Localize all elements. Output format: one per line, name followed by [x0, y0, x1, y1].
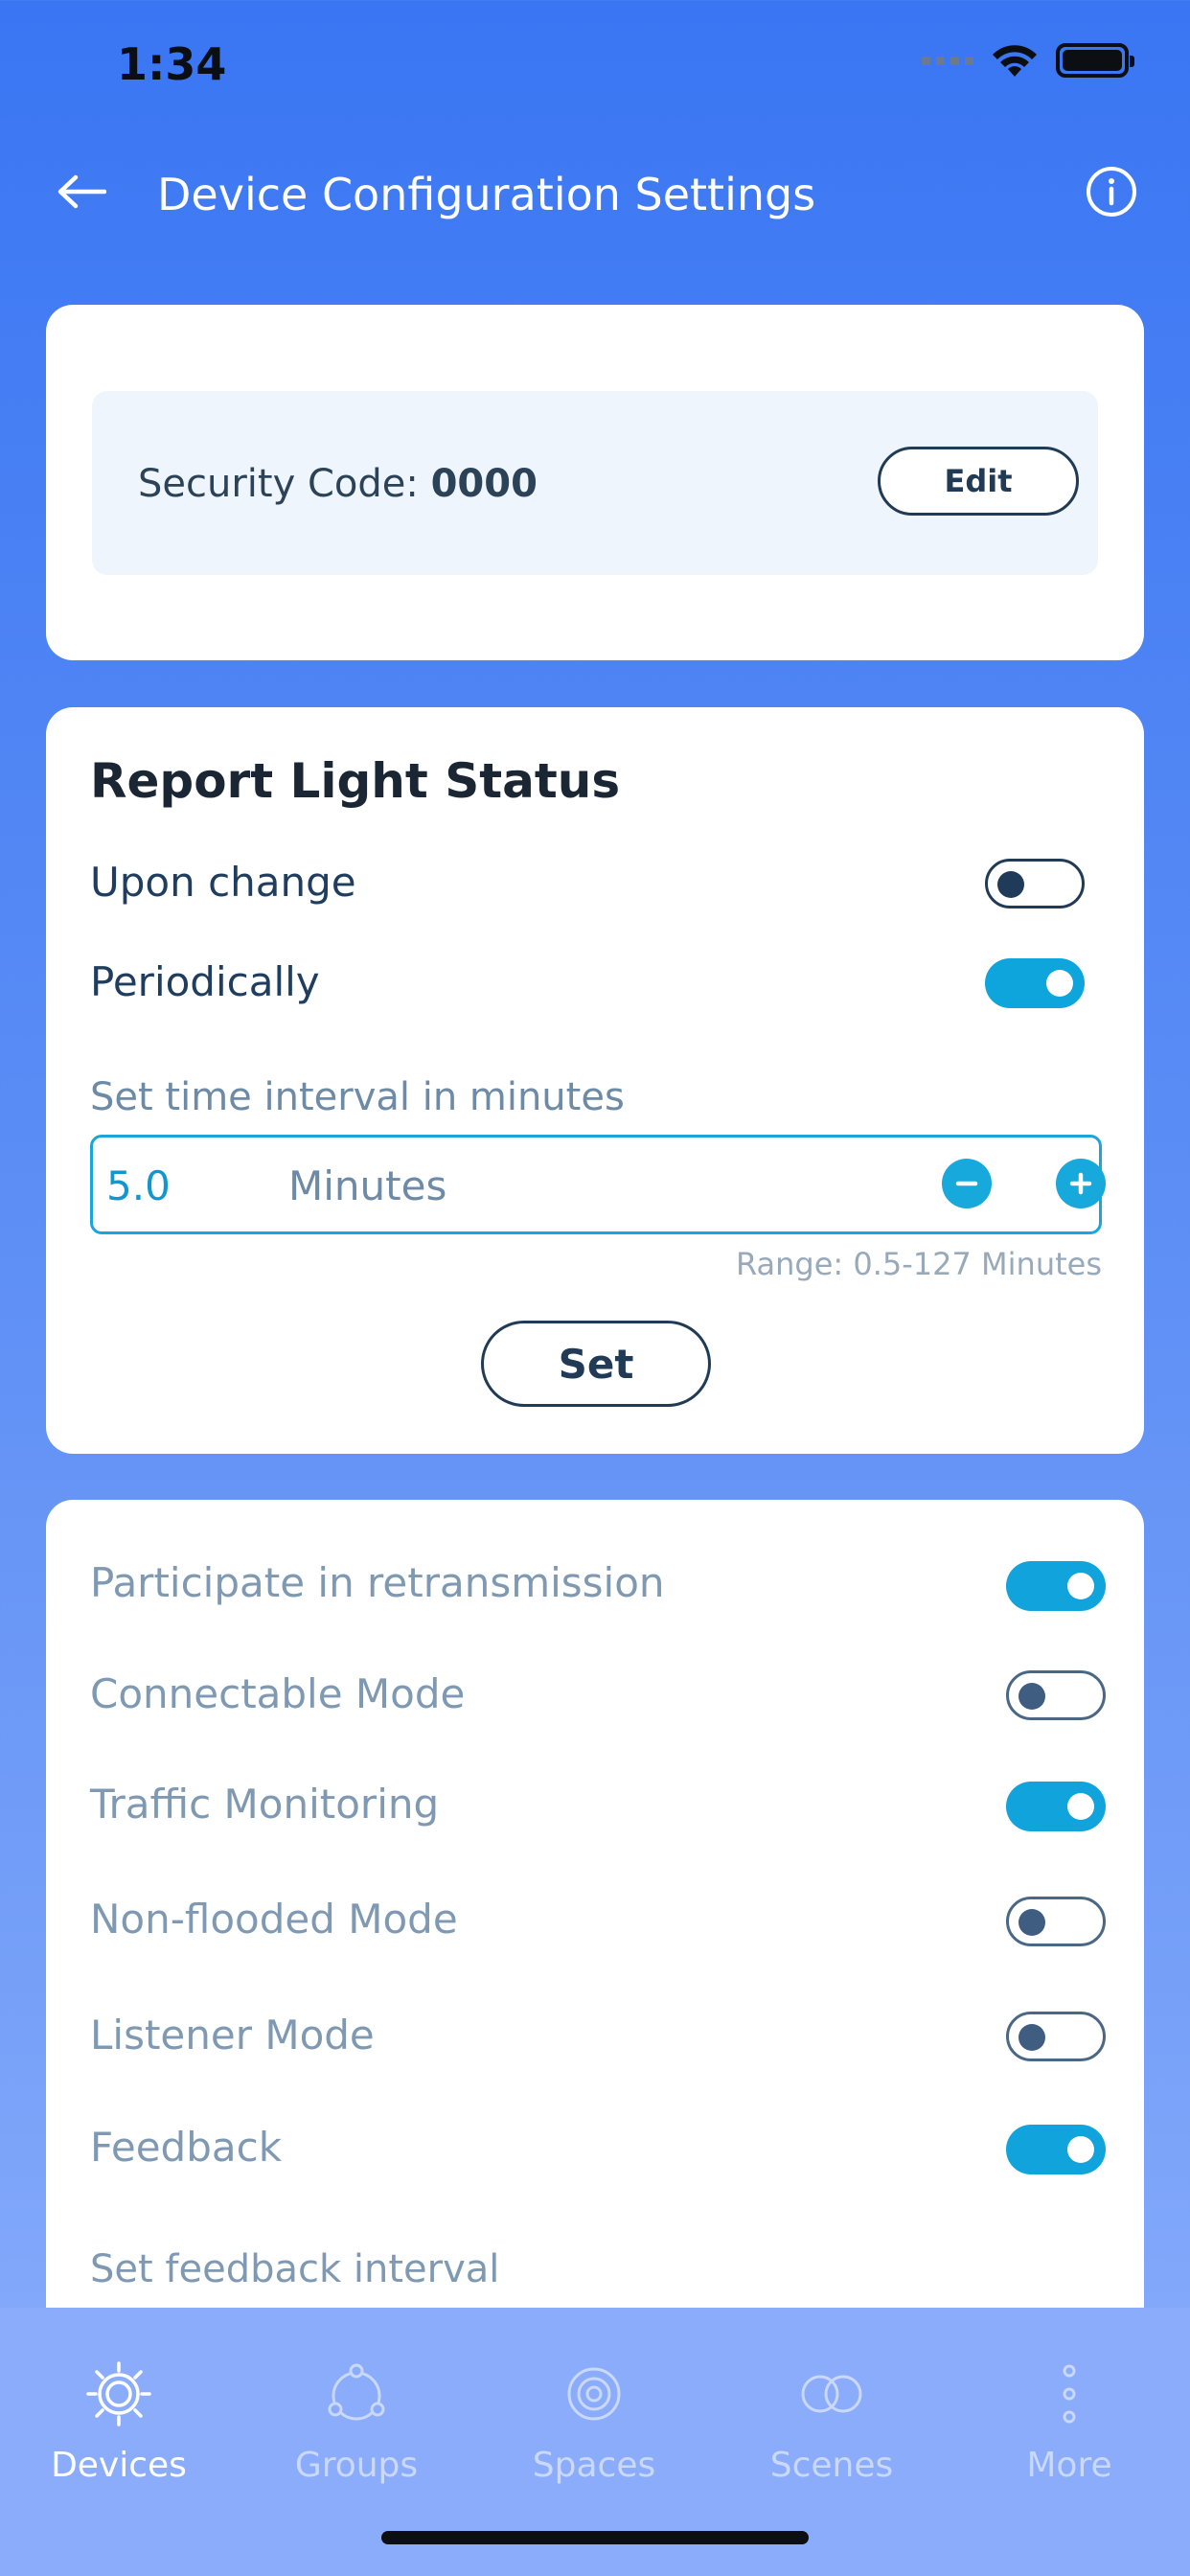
security-code-box: Security Code: 0000 Edit	[92, 391, 1098, 575]
security-code-text: Security Code: 0000	[138, 462, 538, 506]
back-button[interactable]	[48, 163, 115, 220]
nav-groups[interactable]: Groups	[261, 2356, 452, 2499]
feedback-label: Feedback	[90, 2124, 283, 2171]
arrow-left-icon	[57, 174, 106, 209]
report-light-status-card: Report Light Status Upon change Periodic…	[46, 707, 1144, 1454]
spaces-icon	[556, 2356, 632, 2432]
gear-icon	[80, 2356, 157, 2432]
traffic-monitoring-toggle[interactable]	[1006, 1782, 1106, 1831]
non-flooded-mode-label: Non-flooded Mode	[90, 1896, 458, 1943]
nav-label: Groups	[294, 2446, 419, 2485]
nav-scenes[interactable]: Scenes	[736, 2356, 927, 2499]
decrement-button[interactable]	[942, 1159, 992, 1208]
signal-icon	[922, 56, 973, 65]
listener-mode-label: Listener Mode	[90, 2012, 375, 2058]
security-code-value: 0000	[430, 462, 538, 506]
interval-label: Set time interval in minutes	[90, 1075, 625, 1119]
nav-label: Devices	[51, 2446, 187, 2485]
feedback-interval-label: Set feedback interval	[90, 2247, 500, 2291]
upon-change-label: Upon change	[90, 859, 356, 906]
connectable-mode-label: Connectable Mode	[90, 1670, 466, 1717]
nav-more[interactable]: More	[973, 2356, 1165, 2499]
status-icons	[922, 42, 1134, 79]
connectable-mode-toggle[interactable]	[1006, 1670, 1106, 1720]
more-icon	[1031, 2356, 1108, 2432]
edit-button[interactable]: Edit	[878, 447, 1079, 516]
retransmission-label: Participate in retransmission	[90, 1559, 665, 1606]
periodically-toggle[interactable]	[985, 958, 1085, 1008]
interval-value[interactable]: 5.0	[106, 1162, 171, 1209]
range-hint: Range: 0.5-127 Minutes	[735, 1246, 1102, 1282]
header: Device Configuration Settings	[0, 144, 1190, 240]
traffic-monitoring-label: Traffic Monitoring	[90, 1781, 440, 1828]
nav-label: More	[1026, 2446, 1112, 2485]
info-icon	[1087, 167, 1136, 217]
interval-input[interactable]: 5.0 Minutes	[90, 1135, 1106, 1234]
info-button[interactable]	[1083, 163, 1140, 220]
set-button[interactable]: Set	[481, 1321, 711, 1407]
nav-label: Scenes	[769, 2446, 894, 2485]
nav-devices[interactable]: Devices	[23, 2356, 215, 2499]
feedback-toggle[interactable]	[1006, 2125, 1106, 2174]
status-time: 1:34	[117, 38, 227, 90]
wifi-icon	[991, 42, 1039, 79]
groups-icon	[318, 2356, 395, 2432]
security-card: Security Code: 0000 Edit	[46, 305, 1144, 660]
section-title: Report Light Status	[90, 753, 621, 809]
upon-change-toggle[interactable]	[985, 859, 1085, 908]
periodically-label: Periodically	[90, 958, 320, 1005]
home-indicator	[381, 2531, 809, 2544]
interval-unit: Minutes	[288, 1162, 447, 1209]
page-title: Device Configuration Settings	[157, 169, 816, 220]
plus-icon	[1069, 1172, 1092, 1195]
listener-mode-toggle[interactable]	[1006, 2012, 1106, 2061]
battery-icon	[1056, 43, 1134, 78]
increment-button[interactable]	[1056, 1159, 1106, 1208]
security-code-label: Security Code:	[138, 462, 431, 506]
non-flooded-mode-toggle[interactable]	[1006, 1897, 1106, 1946]
nav-spaces[interactable]: Spaces	[498, 2356, 690, 2499]
nav-label: Spaces	[532, 2446, 656, 2485]
minus-icon	[955, 1181, 978, 1186]
status-bar: 1:34	[0, 0, 1190, 134]
retransmission-toggle[interactable]	[1006, 1561, 1106, 1611]
scenes-icon	[793, 2356, 870, 2432]
